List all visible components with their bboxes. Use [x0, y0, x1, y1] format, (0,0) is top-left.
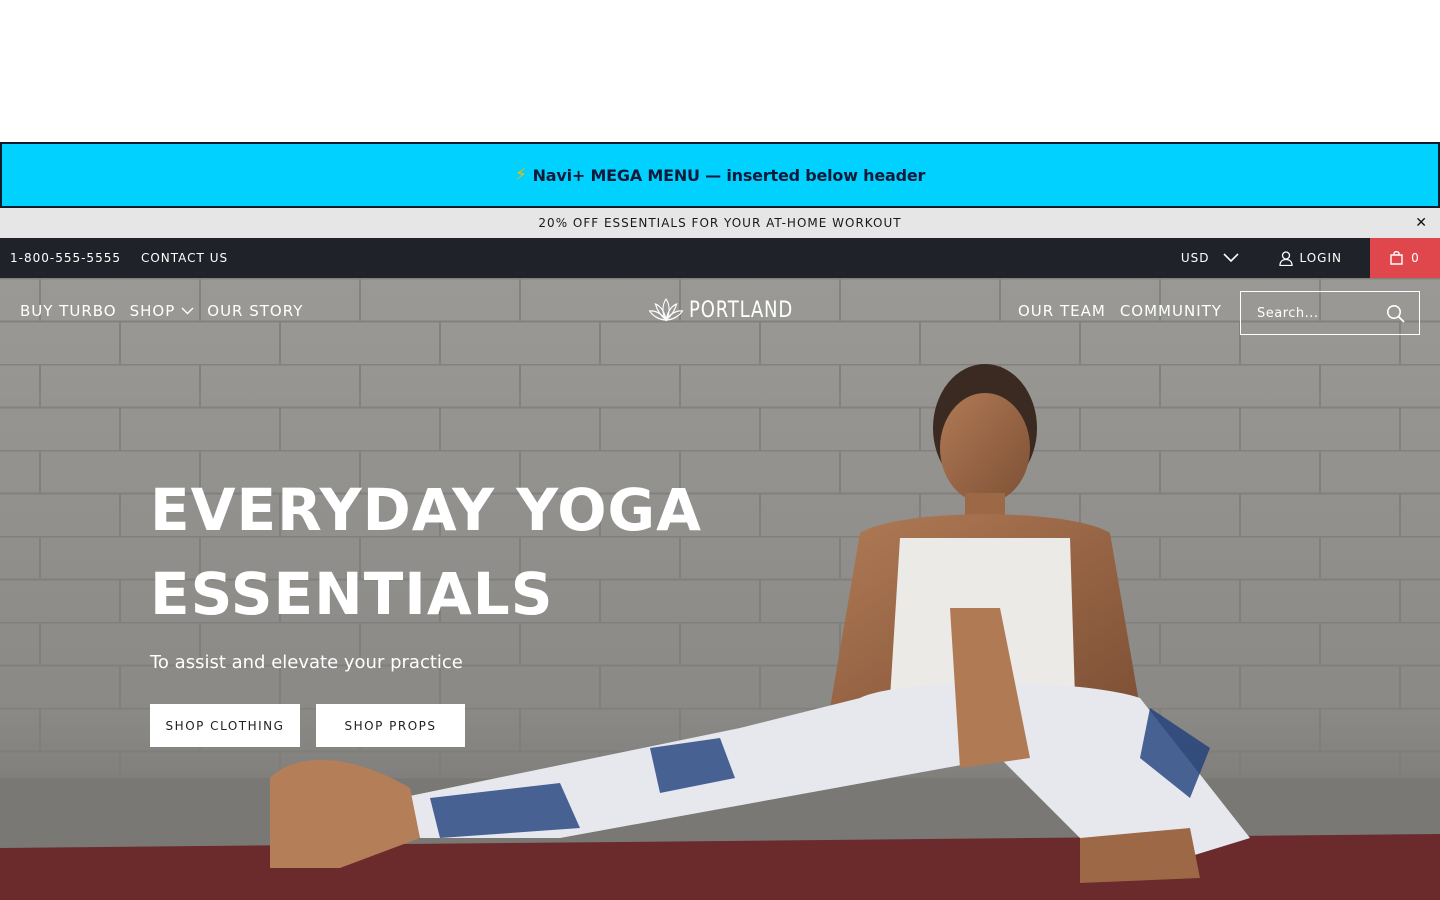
nav-item-our-team[interactable]: OUR TEAM	[1018, 302, 1106, 320]
shop-props-button[interactable]: SHOP PROPS	[316, 704, 465, 747]
primary-nav-left: BUY TURBO SHOP OUR STORY	[20, 302, 303, 320]
nav-item-community[interactable]: COMMUNITY	[1120, 302, 1222, 320]
login-label: LOGIN	[1299, 251, 1342, 265]
shop-clothing-button[interactable]: SHOP CLOTHING	[150, 704, 300, 747]
site-logo[interactable]: PORTLAND	[648, 296, 793, 324]
hero-title-line-1: EVERYDAY YOGA	[150, 476, 703, 544]
primary-nav-right: OUR TEAM COMMUNITY	[1018, 302, 1222, 320]
search-input[interactable]	[1257, 305, 1385, 321]
utility-bar: 1-800-555-5555 CONTACT US USD LOGIN 0	[0, 238, 1440, 278]
contact-us-link[interactable]: CONTACT US	[141, 251, 228, 265]
nav-item-shop[interactable]: SHOP	[130, 302, 195, 320]
chevron-down-icon	[1223, 253, 1240, 263]
cart-count: 0	[1411, 251, 1420, 265]
lightning-bolt-icon: ⚡	[514, 165, 527, 185]
close-icon[interactable]: ✕	[1415, 214, 1428, 232]
currency-selector[interactable]: USD	[1181, 251, 1240, 265]
page-top-blank-area	[0, 0, 1440, 142]
hero-banner: BUY TURBO SHOP OUR STORY PORTLAND OUR TE…	[0, 278, 1440, 900]
currency-label: USD	[1180, 251, 1210, 265]
cart-button[interactable]: 0	[1370, 238, 1440, 278]
lotus-logo-icon	[648, 297, 684, 322]
shopping-bag-icon	[1390, 251, 1403, 265]
search-icon[interactable]	[1386, 304, 1405, 323]
mega-menu-banner: ⚡ Navi+ MEGA MENU — inserted below heade…	[0, 142, 1440, 208]
hero-subtitle: To assist and elevate your practice	[150, 652, 463, 673]
mega-menu-banner-text: Navi+ MEGA MENU — inserted below header	[532, 165, 926, 185]
chevron-down-icon	[181, 307, 194, 315]
hero-title-line-2: ESSENTIALS	[150, 560, 554, 628]
hero-title: EVERYDAY YOGA ESSENTIALS	[150, 468, 790, 636]
nav-item-our-story[interactable]: OUR STORY	[207, 302, 303, 320]
logo-text: PORTLAND	[689, 297, 794, 323]
login-link[interactable]: LOGIN	[1279, 250, 1342, 266]
nav-item-shop-label: SHOP	[129, 302, 176, 320]
promo-bar: 20% OFF ESSENTIALS FOR YOUR AT-HOME WORK…	[0, 208, 1440, 238]
search-box	[1240, 291, 1420, 335]
promo-text: 20% OFF ESSENTIALS FOR YOUR AT-HOME WORK…	[538, 216, 902, 230]
nav-item-buy-turbo[interactable]: BUY TURBO	[20, 302, 117, 320]
phone-link[interactable]: 1-800-555-5555	[10, 251, 121, 265]
user-icon	[1279, 250, 1294, 266]
